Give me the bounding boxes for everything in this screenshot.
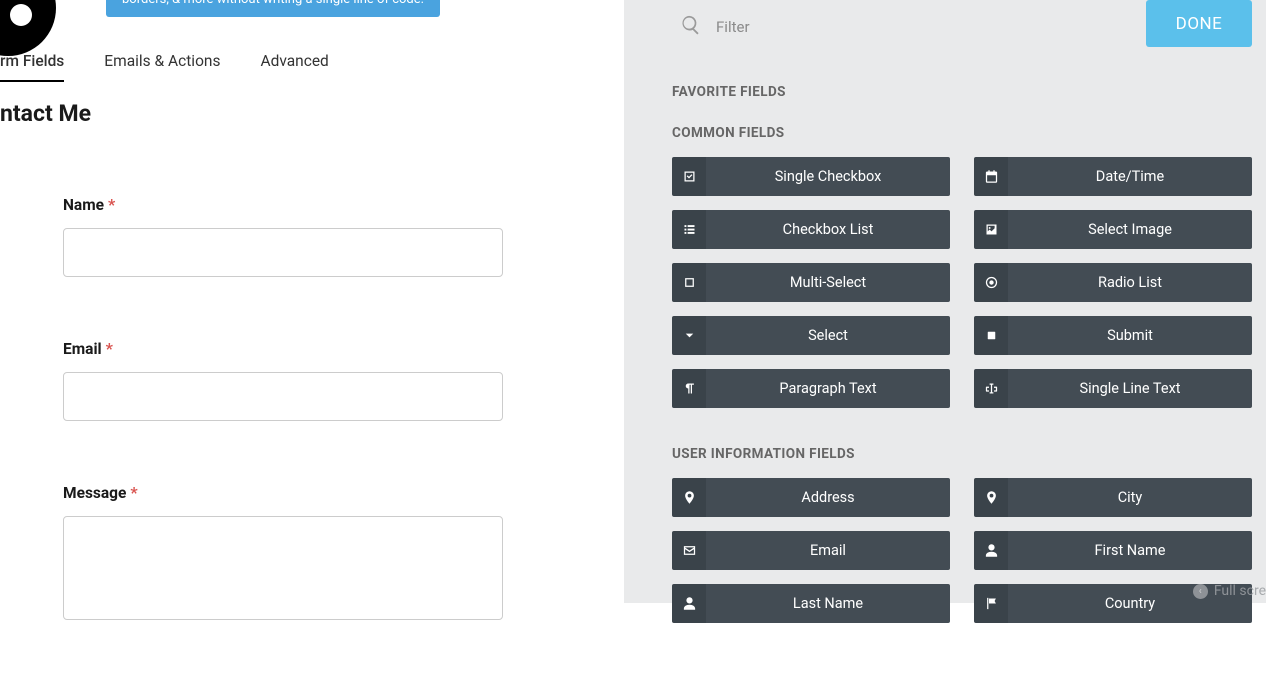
- field-type-label: City: [1008, 478, 1252, 517]
- required-indicator: *: [108, 195, 115, 214]
- email-input[interactable]: [63, 372, 503, 421]
- tab-form-fields[interactable]: rm Fields: [0, 52, 64, 82]
- field-type-label: Radio List: [1008, 263, 1252, 302]
- square-solid-icon: [974, 316, 1008, 355]
- form-builder-pane: borders, & more without writing a single…: [0, 0, 624, 603]
- field-email[interactable]: Email *: [63, 339, 503, 421]
- field-type-button[interactable]: Radio List: [974, 263, 1252, 302]
- field-type-button[interactable]: Select Image: [974, 210, 1252, 249]
- field-label: Message: [63, 484, 126, 502]
- user-icon: [672, 584, 706, 623]
- field-type-label: Date/Time: [1008, 157, 1252, 196]
- field-type-button[interactable]: First Name: [974, 531, 1252, 570]
- name-input[interactable]: [63, 228, 503, 277]
- favorite-fields-heading: FAVORITE FIELDS: [672, 84, 786, 100]
- paragraph-icon: [672, 369, 706, 408]
- required-indicator: *: [130, 483, 137, 502]
- field-type-label: Single Checkbox: [706, 157, 950, 196]
- tab-emails-actions[interactable]: Emails & Actions: [104, 52, 220, 82]
- calendar-icon: [974, 157, 1008, 196]
- pin-icon: [974, 478, 1008, 517]
- app-logo: [0, 0, 56, 56]
- field-type-button[interactable]: Checkbox List: [672, 210, 950, 249]
- field-type-label: Submit: [1008, 316, 1252, 355]
- message-input[interactable]: [63, 516, 503, 620]
- field-type-label: Checkbox List: [706, 210, 950, 249]
- flag-icon: [974, 584, 1008, 623]
- user-info-fields-heading: USER INFORMATION FIELDS: [672, 446, 855, 462]
- common-fields-heading: COMMON FIELDS: [672, 125, 785, 141]
- pin-icon: [672, 478, 706, 517]
- done-button[interactable]: DONE: [1146, 0, 1252, 47]
- user-icon: [974, 531, 1008, 570]
- field-type-button[interactable]: Address: [672, 478, 950, 517]
- field-type-button[interactable]: Last Name: [672, 584, 950, 623]
- field-type-button[interactable]: Single Line Text: [974, 369, 1252, 408]
- field-type-label: Multi-Select: [706, 263, 950, 302]
- promo-banner[interactable]: borders, & more without writing a single…: [106, 0, 440, 17]
- square-icon: [672, 263, 706, 302]
- field-label: Name: [63, 196, 104, 214]
- field-type-button[interactable]: Select: [672, 316, 950, 355]
- field-type-button[interactable]: Single Checkbox: [672, 157, 950, 196]
- radio-icon: [974, 263, 1008, 302]
- chevron-down-icon: [672, 316, 706, 355]
- field-type-label: Last Name: [706, 584, 950, 623]
- field-type-button[interactable]: City: [974, 478, 1252, 517]
- field-type-button[interactable]: Email: [672, 531, 950, 570]
- field-type-label: Email: [706, 531, 950, 570]
- field-type-button[interactable]: Paragraph Text: [672, 369, 950, 408]
- field-palette-drawer: DONE FAVORITE FIELDS COMMON FIELDS Singl…: [624, 0, 1266, 603]
- checkbox-checked-icon: [672, 157, 706, 196]
- field-label: Email: [63, 340, 102, 358]
- field-type-label: Select Image: [1008, 210, 1252, 249]
- search-icon: [680, 14, 702, 40]
- text-cursor-icon: [974, 369, 1008, 408]
- filter-input[interactable]: [716, 18, 976, 36]
- field-type-label: First Name: [1008, 531, 1252, 570]
- user-info-fields-grid: AddressCityEmailFirst NameLast NameCount…: [672, 478, 1252, 623]
- form-title[interactable]: ntact Me: [0, 100, 91, 127]
- field-type-button[interactable]: Submit: [974, 316, 1252, 355]
- field-name[interactable]: Name *: [63, 195, 503, 277]
- fullscreen-hint[interactable]: ‹ Full scre: [1193, 583, 1266, 599]
- list-icon: [672, 210, 706, 249]
- tab-advanced[interactable]: Advanced: [260, 52, 328, 82]
- required-indicator: *: [106, 339, 113, 358]
- field-type-label: Select: [706, 316, 950, 355]
- field-message[interactable]: Message *: [63, 483, 503, 620]
- fullscreen-icon: ‹: [1193, 584, 1208, 599]
- envelope-icon: [672, 531, 706, 570]
- form-canvas: Name * Email * Message *: [63, 195, 503, 682]
- field-type-label: Single Line Text: [1008, 369, 1252, 408]
- field-type-button[interactable]: Date/Time: [974, 157, 1252, 196]
- field-type-label: Address: [706, 478, 950, 517]
- field-type-button[interactable]: Multi-Select: [672, 263, 950, 302]
- builder-tabs: rm Fields Emails & Actions Advanced: [0, 52, 329, 82]
- fullscreen-label: Full scre: [1214, 583, 1266, 599]
- field-type-label: Paragraph Text: [706, 369, 950, 408]
- image-icon: [974, 210, 1008, 249]
- common-fields-grid: Single Checkbox Date/Time Checkbox List Sel…: [672, 157, 1252, 408]
